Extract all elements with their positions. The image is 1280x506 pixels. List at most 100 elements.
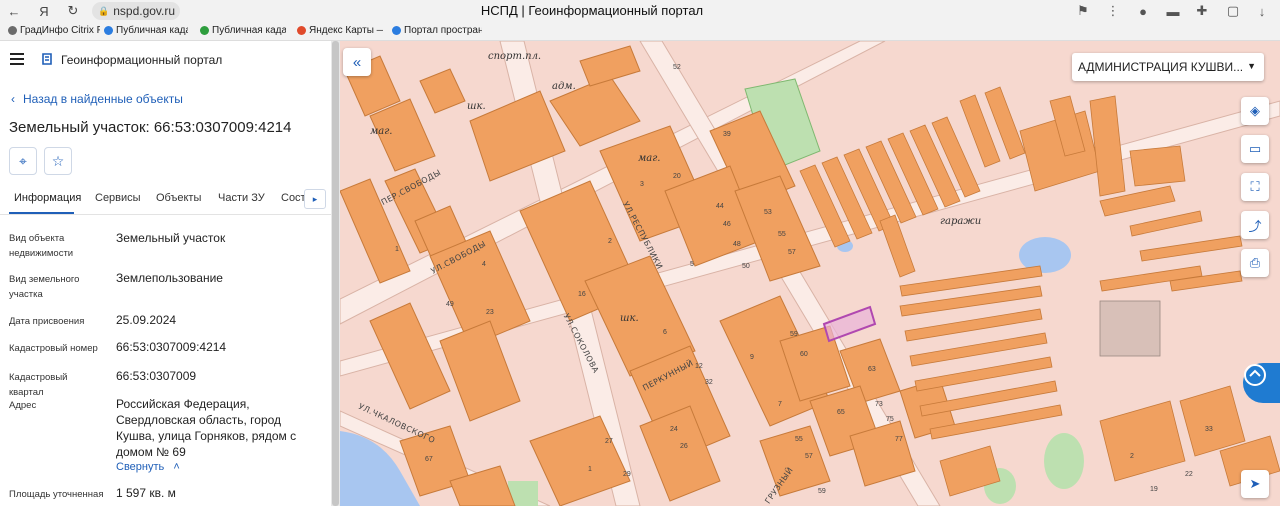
geolocation-button[interactable]: ➤ <box>1241 470 1269 498</box>
chevron-right-icon: ▸ <box>312 193 318 204</box>
back-link-label: Назад в найденные объекты <box>23 92 183 106</box>
page-title: НСПД | Геоинформационный портал <box>480 3 704 18</box>
address-bar[interactable]: 🔒 nspd.gov.ru <box>92 2 180 20</box>
back-arrow-icon[interactable]: ← <box>5 2 23 20</box>
map-label-shop-2: маг. <box>638 153 661 164</box>
tabs: Информация Сервисы Объекты Части ЗУ Сост… <box>0 185 331 215</box>
prop-value-cadastral-quarter[interactable]: 66:53:0307009 <box>116 368 321 384</box>
house-number: 29 <box>623 471 631 478</box>
house-number: 22 <box>1185 471 1193 478</box>
share-icon: ⤴ <box>1248 218 1262 234</box>
map-label-school: шк. <box>467 101 486 112</box>
active-tab-indicator <box>9 212 74 214</box>
bookmark-favicon-icon <box>8 26 17 35</box>
panel-header: Геоинформационный портал <box>0 41 331 79</box>
menu-icon[interactable] <box>10 53 24 65</box>
house-number: 26 <box>680 443 688 450</box>
municipality-select-value: АДМИНИСТРАЦИЯ КУШВИ... <box>1078 60 1244 74</box>
url-text: nspd.gov.ru <box>113 4 176 18</box>
double-chevron-left-icon: « <box>352 53 362 71</box>
tab-parts[interactable]: Части ЗУ <box>218 192 265 204</box>
prop-label-date: Дата присвоения <box>9 316 85 327</box>
bookmark-item[interactable]: Публичная кадас <box>104 25 188 36</box>
house-number: 2 <box>1130 453 1134 460</box>
object-title: Земельный участок: 66:53:0307009:4214 <box>9 119 292 136</box>
profile-icon[interactable]: ● <box>1134 2 1152 20</box>
house-number: 32 <box>705 379 713 386</box>
layers-icon: ◈ <box>1250 103 1260 118</box>
collapse-panel-button[interactable]: « <box>343 48 371 76</box>
download-icon[interactable]: ↓ <box>1253 2 1271 20</box>
tab-info[interactable]: Информация <box>14 192 81 204</box>
bookmark-label: Публичная кадас <box>212 25 286 36</box>
collapse-address-link[interactable]: Свернуть ˄ <box>116 461 180 473</box>
puzzle-icon[interactable]: ✚ <box>1193 2 1211 20</box>
prop-label-cadastral-quarter: Кадастровый квартал <box>9 372 68 398</box>
print-icon: ⎙ <box>1249 255 1261 270</box>
map-label-sport: спорт.пл. <box>488 51 542 62</box>
prop-value-date: 25.09.2024 <box>116 313 177 327</box>
back-to-results-link[interactable]: ‹ Назад в найденные объекты <box>11 92 183 106</box>
locate-icon: ⌖ <box>19 152 27 169</box>
bookmark-item[interactable]: Публичная кадас <box>200 25 286 36</box>
scrollbar-thumb[interactable] <box>332 41 339 506</box>
house-number: 33 <box>1205 426 1213 433</box>
lock-icon: 🔒 <box>98 5 110 16</box>
help-button[interactable] <box>1243 363 1280 403</box>
bookmark-label: ГрадИнфо Citrix F <box>20 25 100 36</box>
bookmark-label: Яндекс Карты — т <box>309 25 383 36</box>
house-number: 49 <box>446 301 454 308</box>
house-number: 48 <box>733 241 741 248</box>
house-number: 57 <box>788 249 796 256</box>
favorite-button[interactable]: ☆ <box>44 147 72 175</box>
reload-icon[interactable]: ↻ <box>64 2 82 20</box>
house-number: 60 <box>800 351 808 358</box>
bookmark-favicon-icon <box>104 26 113 35</box>
ruler-button[interactable]: ▭ <box>1241 135 1269 163</box>
house-number: 75 <box>886 416 894 423</box>
house-number: 16 <box>578 291 586 298</box>
bookmark-icon[interactable]: ⚑ <box>1074 2 1092 20</box>
tab-services[interactable]: Сервисы <box>95 192 141 204</box>
chevron-up-icon: ˄ <box>173 461 180 473</box>
locate-on-map-button[interactable]: ⌖ <box>9 147 37 175</box>
panel-scrollbar[interactable] <box>331 41 340 506</box>
chat-icon <box>1244 364 1266 386</box>
crop-icon: ⛶ <box>1250 179 1260 194</box>
municipality-select[interactable]: АДМИНИСТРАЦИЯ КУШВИ... ▼ <box>1072 53 1264 81</box>
prop-label-cadastral-number: Кадастровый номер <box>9 343 98 354</box>
print-button[interactable]: ⎙ <box>1241 249 1269 277</box>
prop-value-cadastral-number[interactable]: 66:53:0307009:4214 <box>116 339 321 355</box>
yandex-icon[interactable]: Я <box>35 2 53 20</box>
house-number: 39 <box>723 131 731 138</box>
bookmark-item[interactable]: Яндекс Карты — т <box>297 25 383 36</box>
bookmark-favicon-icon <box>200 26 209 35</box>
house-number: 1 <box>395 246 399 253</box>
prop-label-object-type: Вид объекта недвижимости <box>9 233 74 259</box>
collapse-label: Свернуть <box>116 461 165 473</box>
window-icon[interactable]: ▢ <box>1224 2 1242 20</box>
house-number: 67 <box>425 456 433 463</box>
tab-objects[interactable]: Объекты <box>156 192 201 204</box>
map-canvas[interactable]: спорт.пл. шк. адм. маг. маг. шк. гаражи … <box>340 41 1280 506</box>
share-button[interactable]: ⤴ <box>1241 211 1269 239</box>
logo-icon <box>42 53 52 65</box>
house-number: 23 <box>486 309 494 316</box>
map-label-shop: маг. <box>370 126 393 137</box>
house-number: 6 <box>663 329 667 336</box>
ruler-icon: ▭ <box>1248 141 1262 156</box>
prop-label-land-type: Вид земельного участка <box>9 274 80 300</box>
bookmark-item[interactable]: ГрадИнфо Citrix F <box>8 25 100 36</box>
star-icon: ☆ <box>51 152 65 169</box>
house-number: 5 <box>690 261 694 268</box>
house-number: 65 <box>837 409 845 416</box>
map-label-school-2: шк. <box>620 313 639 324</box>
extension-icon[interactable]: ▬ <box>1164 2 1182 20</box>
layers-button[interactable]: ◈ <box>1241 97 1269 125</box>
screenshot-button[interactable]: ⛶ <box>1241 173 1269 201</box>
house-number: 3 <box>640 181 644 188</box>
tabs-scroll-right-button[interactable]: ▸ <box>304 189 326 209</box>
more-icon[interactable]: ⋮ <box>1104 2 1122 20</box>
map-label-garages: гаражи <box>940 216 982 227</box>
bookmark-item[interactable]: Портал простран <box>392 25 482 36</box>
